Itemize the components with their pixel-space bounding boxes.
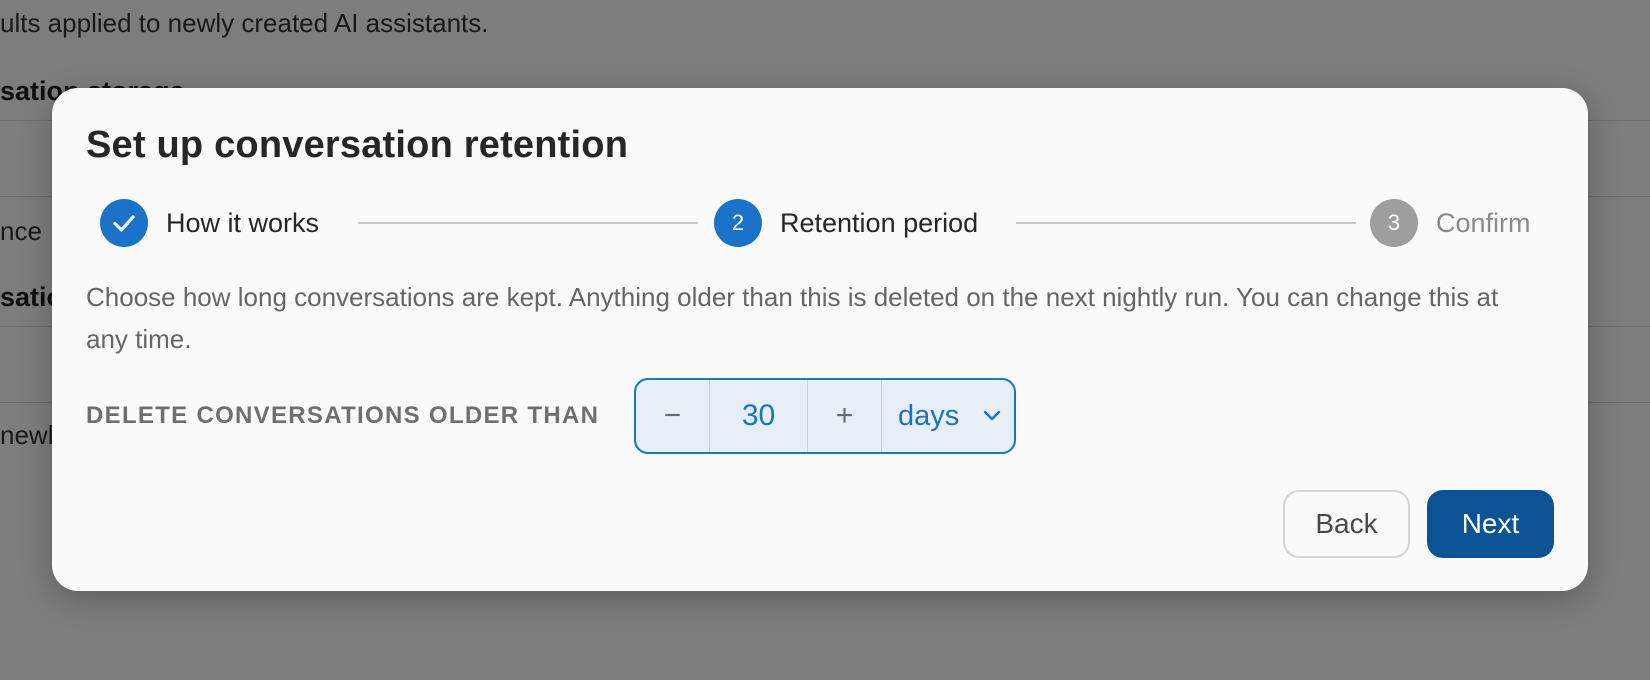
step-1-indicator bbox=[100, 199, 148, 247]
unit-select-value: days bbox=[898, 399, 960, 432]
decrement-button[interactable]: − bbox=[636, 380, 710, 452]
step-2-label: Retention period bbox=[780, 208, 979, 238]
retention-label: DELETE CONVERSATIONS OLDER THAN bbox=[86, 402, 600, 429]
progress-stepper: How it works 2 Retention period 3 Confir… bbox=[100, 198, 1590, 248]
step-connector bbox=[358, 222, 698, 224]
step-2-indicator: 2 bbox=[714, 199, 762, 247]
dialog-title: Set up conversation retention bbox=[86, 124, 629, 166]
plus-icon: + bbox=[835, 399, 854, 432]
step-connector bbox=[1016, 222, 1356, 224]
chevron-down-icon bbox=[983, 410, 1001, 421]
retention-value: 30 bbox=[741, 399, 776, 432]
back-button[interactable]: Back bbox=[1283, 490, 1410, 558]
retention-period-stepper: − 30 + days bbox=[634, 378, 1016, 454]
step-3-indicator: 3 bbox=[1370, 199, 1418, 247]
step-1-label: How it works bbox=[166, 208, 320, 238]
dialog-description: Choose how long conversations are kept. … bbox=[86, 282, 1499, 354]
step-3-label: Confirm bbox=[1436, 208, 1531, 238]
retention-value-input[interactable]: 30 bbox=[710, 380, 808, 452]
unit-select[interactable]: days bbox=[882, 380, 1014, 452]
next-button[interactable]: Next bbox=[1427, 490, 1554, 558]
minus-icon: − bbox=[663, 399, 682, 432]
increment-button[interactable]: + bbox=[808, 380, 882, 452]
check-icon bbox=[113, 215, 135, 232]
retention-setup-dialog: Set up conversation retention How it wor… bbox=[52, 88, 1588, 591]
page: ults applied to newly created AI assista… bbox=[0, 0, 1650, 680]
